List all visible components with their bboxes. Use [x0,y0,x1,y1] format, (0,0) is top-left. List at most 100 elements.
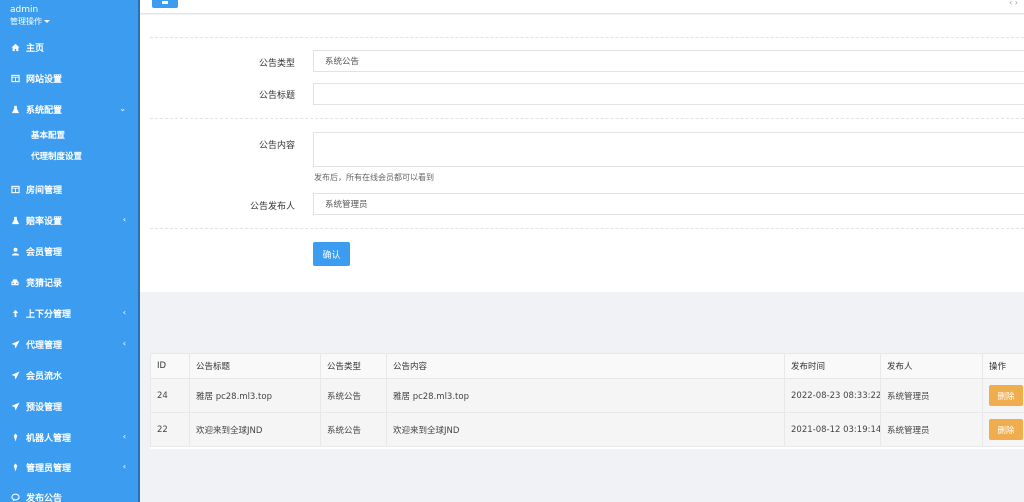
sidebar-item-member-management[interactable]: 会员管理 [0,240,138,262]
divider [150,228,1024,229]
home-icon [10,42,20,52]
sidebar-item-label: 管理员管理 [26,463,72,474]
user-icon [10,246,20,256]
cell-time: 2022-08-23 08:33:22 [784,378,881,413]
top-bar: ‹ › [140,0,1024,14]
sidebar-item-agent-management[interactable]: 代理管理 ‹ [0,333,138,355]
notice-type-value: 系统公告 [325,57,360,67]
cell-id: 24 [150,378,190,413]
chevron-left-icon: ‹ [122,339,126,348]
sidebar-item-admin-management[interactable]: 管理员管理 ‹ [0,456,138,478]
user-panel[interactable]: admin 管理操作 [10,5,50,27]
sidebar-subitem-basic-config[interactable]: 基本配置 [31,129,65,141]
sidebar-item-odds-settings[interactable]: 赔率设置 ‹ [0,209,138,231]
flask-icon [10,104,20,114]
chevron-down-icon: ⌄ [119,104,126,113]
sidebar-item-website-settings[interactable]: 网站设置 [0,67,138,89]
sidebar-item-label: 预设管理 [26,402,63,413]
column-header-action: 操作 [982,353,1024,379]
table-row: 22 欢迎来到全球JND 系统公告 欢迎来到全球JND 2021-08-12 0… [150,412,1024,447]
notice-content-hint: 发布后，所有在线会员都可以看到 [314,173,434,182]
column-header-title: 公告标题 [189,353,321,379]
chevron-left-icon: ‹ [122,432,126,441]
car-icon [10,277,20,287]
cell-action: 删除 [982,412,1024,447]
cell-content: 雅居 pc28.ml3.top [386,378,785,413]
notice-title-input[interactable] [313,83,1024,105]
cell-action: 删除 [982,378,1024,413]
table-row: 24 雅居 pc28.ml3.top 系统公告 雅居 pc28.ml3.top … [150,378,1024,413]
notice-table: ID 公告标题 公告类型 公告内容 发布时间 发布人 操作 24 雅居 pc28… [150,353,1024,449]
confirm-button[interactable]: 确认 [313,242,350,266]
sidebar-item-label: 竞猜记录 [26,278,63,289]
column-header-content: 公告内容 [386,353,785,379]
notice-content-textarea[interactable] [313,132,1024,167]
notice-type-label: 公告类型 [258,59,295,69]
sidebar-item-label: 网站设置 [26,74,63,85]
column-header-type: 公告类型 [320,353,387,379]
sidebar-item-label: 发布公告 [26,493,63,502]
divider [150,37,1024,38]
flask-icon [10,215,20,225]
divider [150,118,1024,119]
user-name: admin [10,5,39,15]
user-role-dropdown[interactable]: 管理操作 [10,16,50,27]
more-icon[interactable]: ‹ › [1009,0,1018,7]
sidebar-item-label: 赔率设置 [26,216,63,227]
sidebar: admin 管理操作 主页 网站设置 系统配置 ⌄ 基本配置 代理制度设置 房间… [0,0,138,502]
cell-id: 22 [150,412,190,447]
notice-publisher-label: 公告发布人 [249,202,295,212]
cell-type: 系统公告 [320,412,387,447]
window-icon [10,184,20,194]
diamond-icon [10,432,20,442]
sidebar-item-label: 系统配置 [26,105,63,116]
chat-icon [10,492,20,502]
cell-title: 雅居 pc28.ml3.top [189,378,321,413]
sidebar-item-label: 上下分管理 [26,309,72,320]
sidebar-item-robot-management[interactable]: 机器人管理 ‹ [0,426,138,448]
chevron-left-icon: ‹ [122,308,126,317]
diamond-icon [10,462,20,472]
sidebar-item-label: 会员管理 [26,247,63,258]
delete-button[interactable]: 删除 [989,385,1023,406]
sidebar-item-home[interactable]: 主页 [0,36,138,58]
sidebar-item-bet-records[interactable]: 竞猜记录 [0,271,138,293]
cell-title: 欢迎来到全球JND [189,412,321,447]
window-icon [10,73,20,83]
sidebar-item-label: 会员流水 [26,371,63,382]
send-icon [10,370,20,380]
cell-publisher: 系统管理员 [880,378,983,413]
chevron-left-icon: ‹ [122,215,126,224]
notice-publisher-input[interactable]: 系统管理员 [313,193,1024,215]
cell-type: 系统公告 [320,378,387,413]
sidebar-item-publish-notice[interactable]: 发布公告 [0,486,138,502]
sidebar-item-member-flow[interactable]: 会员流水 [0,364,138,386]
notice-title-label: 公告标题 [258,91,295,101]
user-role-label: 管理操作 [10,17,42,26]
sidebar-item-label: 房间管理 [26,185,63,196]
send-icon [10,401,20,411]
table-header-row: ID 公告标题 公告类型 公告内容 发布时间 发布人 操作 [150,353,1024,379]
chevron-left-icon: ‹ [122,462,126,471]
delete-button[interactable]: 删除 [989,419,1023,440]
cell-content: 欢迎来到全球JND [386,412,785,447]
chevron-down-icon [44,20,50,23]
column-header-id: ID [150,353,190,379]
menu-toggle-button[interactable] [152,0,178,8]
sidebar-subitem-agent-settings[interactable]: 代理制度设置 [31,150,82,162]
sidebar-item-label: 主页 [26,43,45,54]
menu-icon [162,1,168,4]
cell-time: 2021-08-12 03:19:14 [784,412,881,447]
column-header-publisher: 发布人 [880,353,983,379]
sidebar-item-room-management[interactable]: 房间管理 [0,178,138,200]
arrow-up-icon [10,308,20,318]
column-header-time: 发布时间 [784,353,881,379]
sidebar-item-preset-management[interactable]: 预设管理 [0,395,138,417]
sidebar-item-system-config[interactable]: 系统配置 ⌄ [0,98,138,120]
notice-type-select[interactable]: 系统公告 [313,50,1024,72]
sidebar-item-credit-management[interactable]: 上下分管理 ‹ [0,302,138,324]
send-icon [10,339,20,349]
notice-content-label: 公告内容 [258,141,295,151]
notice-form: 公告类型 系统公告 公告标题 公告内容 发布后，所有在线会员都可以看到 公告发布… [140,15,1024,292]
sidebar-item-label: 机器人管理 [26,433,72,444]
